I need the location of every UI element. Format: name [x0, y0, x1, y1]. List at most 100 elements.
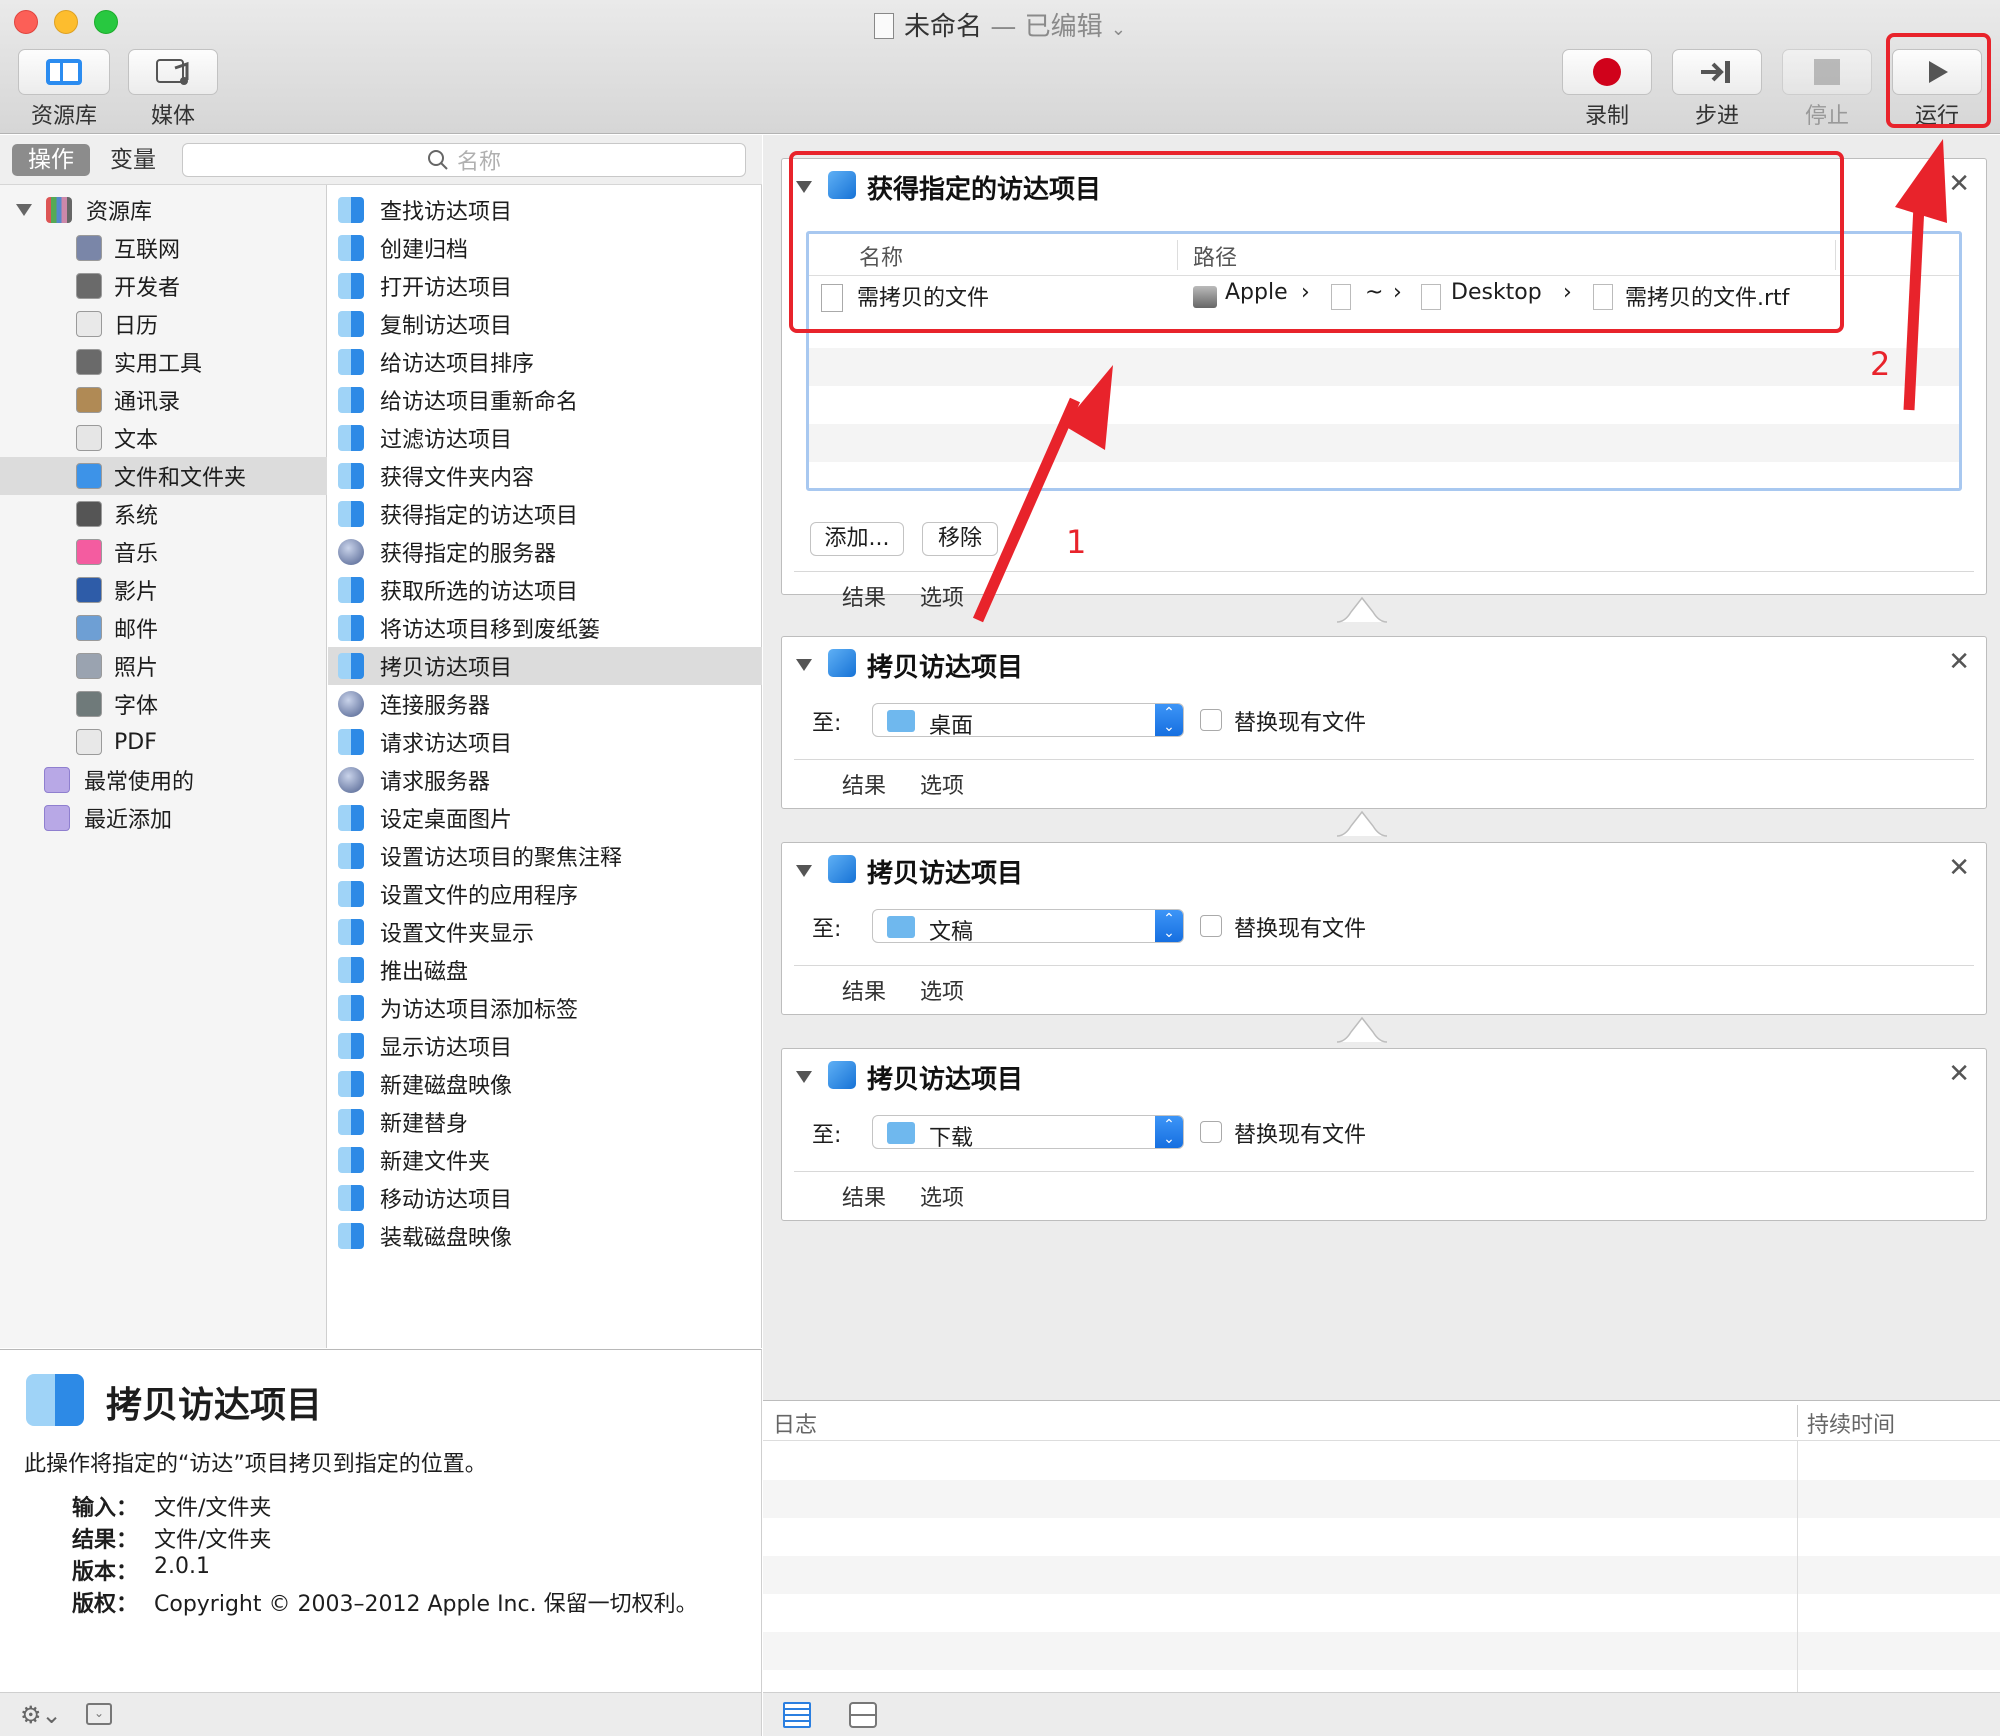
- record-label: 录制: [1584, 104, 1629, 129]
- library-item-label: 日历: [114, 314, 159, 339]
- library-item[interactable]: 照片: [0, 647, 327, 685]
- library-sidebar-icon: [46, 59, 82, 85]
- media-button[interactable]: [128, 49, 218, 95]
- gear-icon[interactable]: ⚙⌄: [20, 1701, 62, 1729]
- library-item[interactable]: 通讯录: [0, 381, 327, 419]
- library-item-label: 照片: [114, 656, 159, 681]
- action-item[interactable]: 装载磁盘映像: [328, 1217, 762, 1255]
- search-input[interactable]: 名称: [182, 143, 746, 177]
- action-item[interactable]: 新建替身: [328, 1103, 762, 1141]
- music-icon: [76, 539, 102, 565]
- library-item[interactable]: 影片: [0, 571, 327, 609]
- globe-icon: [338, 767, 364, 793]
- variables-tab[interactable]: 变量: [94, 144, 172, 176]
- toggle-description-button[interactable]: ⌄: [86, 1703, 112, 1725]
- text-icon: [76, 425, 102, 451]
- library-item[interactable]: 实用工具: [0, 343, 327, 381]
- library-item-label: 互联网: [114, 238, 181, 263]
- library-item[interactable]: 开发者: [0, 267, 327, 305]
- action-item[interactable]: 获得文件夹内容: [328, 457, 762, 495]
- action-item[interactable]: 为访达项目添加标签: [328, 989, 762, 1027]
- library-root[interactable]: 资源库: [0, 191, 327, 229]
- library-item[interactable]: 字体: [0, 685, 327, 723]
- record-button[interactable]: [1562, 49, 1652, 95]
- action-item[interactable]: 请求访达项目: [328, 723, 762, 761]
- action-item[interactable]: 推出磁盘: [328, 951, 762, 989]
- stop-button[interactable]: [1782, 49, 1872, 95]
- duration-column-header[interactable]: 持续时间: [1807, 1407, 1895, 1439]
- action-item-label: 获得指定的服务器: [380, 542, 557, 567]
- action-item-label: 获得文件夹内容: [380, 466, 535, 491]
- action-item[interactable]: 显示访达项目: [328, 1027, 762, 1065]
- library-item[interactable]: 日历: [0, 305, 327, 343]
- library-item[interactable]: 系统: [0, 495, 327, 533]
- action-item[interactable]: 创建归档: [328, 229, 762, 267]
- description-field-value: 文件/文件夹: [154, 1496, 272, 1521]
- workflow-area: 获得指定的访达项目 ✕ 名称 路径 需拷贝的文件 Apple › ~ › Des…: [763, 135, 2000, 1400]
- calendar-icon: [76, 311, 102, 337]
- action-item[interactable]: 设置访达项目的聚焦注释: [328, 837, 762, 875]
- action-item[interactable]: 将访达项目移到废纸篓: [328, 609, 762, 647]
- library-item-label: 邮件: [114, 618, 159, 643]
- action-item[interactable]: 设定桌面图片: [328, 799, 762, 837]
- action-item[interactable]: 请求服务器: [328, 761, 762, 799]
- library-item[interactable]: 文本: [0, 419, 327, 457]
- action-item[interactable]: 新建文件夹: [328, 1141, 762, 1179]
- scope-bar: 操作 变量 名称: [0, 135, 762, 185]
- action-item[interactable]: 获得指定的服务器: [328, 533, 762, 571]
- disclosure-triangle-icon[interactable]: [16, 204, 32, 216]
- action-item[interactable]: 获得指定的访达项目: [328, 495, 762, 533]
- library-item[interactable]: PDF: [0, 723, 327, 761]
- actions-tab[interactable]: 操作: [12, 144, 90, 176]
- search-icon: [427, 150, 448, 170]
- annotation-highlight-run-button: [1886, 33, 1991, 128]
- list-view-icon[interactable]: [783, 1702, 811, 1728]
- action-item-label: 将访达项目移到废纸篓: [380, 618, 601, 643]
- tools-icon: [76, 273, 102, 299]
- step-icon: [1701, 61, 1730, 83]
- action-item[interactable]: 新建磁盘映像: [328, 1065, 762, 1103]
- action-item[interactable]: 设置文件的应用程序: [328, 875, 762, 913]
- action-item-label: 设置访达项目的聚焦注释: [380, 846, 623, 871]
- movie-icon: [76, 577, 102, 603]
- finder-icon: [338, 197, 364, 223]
- library-bottom-bar: ⚙⌄ ⌄: [0, 1692, 762, 1736]
- library-button[interactable]: [18, 49, 110, 95]
- description-field-key: 版权：: [72, 1592, 139, 1617]
- action-item[interactable]: 复制访达项目: [328, 305, 762, 343]
- library-item[interactable]: 互联网: [0, 229, 327, 267]
- description-field-value: 文件/文件夹: [154, 1528, 272, 1553]
- media-icon: [156, 59, 189, 85]
- library-item[interactable]: 文件和文件夹: [0, 457, 327, 495]
- chevron-down-icon[interactable]: ⌄: [1111, 19, 1126, 40]
- action-item-label: 打开访达项目: [380, 276, 513, 301]
- action-item[interactable]: 设置文件夹显示: [328, 913, 762, 951]
- action-item[interactable]: 连接服务器: [328, 685, 762, 723]
- finder-icon: [338, 653, 364, 679]
- action-item-label: 获取所选的访达项目: [380, 580, 579, 605]
- action-item[interactable]: 给访达项目重新命名: [328, 381, 762, 419]
- action-item-label: 创建归档: [380, 238, 469, 263]
- log-rows: [763, 1442, 2000, 1692]
- window-title: 未命名 — 已编辑 ⌄: [0, 6, 2000, 43]
- library-item[interactable]: 音乐: [0, 533, 327, 571]
- action-item[interactable]: 获取所选的访达项目: [328, 571, 762, 609]
- action-item[interactable]: 过滤访达项目: [328, 419, 762, 457]
- action-item[interactable]: 查找访达项目: [328, 191, 762, 229]
- step-button[interactable]: [1672, 49, 1762, 95]
- action-item-label: 请求访达项目: [380, 732, 513, 757]
- finder-icon: [338, 1147, 364, 1173]
- action-item[interactable]: 移动访达项目: [328, 1179, 762, 1217]
- smart-group-item[interactable]: 最常使用的: [0, 761, 327, 799]
- description-field-value: 2.0.1: [154, 1554, 210, 1579]
- smart-group-item[interactable]: 最近添加: [0, 799, 327, 837]
- split-view-icon[interactable]: [849, 1702, 877, 1728]
- action-item[interactable]: 给访达项目排序: [328, 343, 762, 381]
- library-item[interactable]: 邮件: [0, 609, 327, 647]
- photo-icon: [76, 653, 102, 679]
- action-item[interactable]: 拷贝访达项目: [328, 647, 762, 685]
- log-column-header[interactable]: 日志: [773, 1407, 817, 1439]
- search-placeholder: 名称: [456, 150, 501, 175]
- media-label: 媒体: [150, 104, 195, 129]
- action-item[interactable]: 打开访达项目: [328, 267, 762, 305]
